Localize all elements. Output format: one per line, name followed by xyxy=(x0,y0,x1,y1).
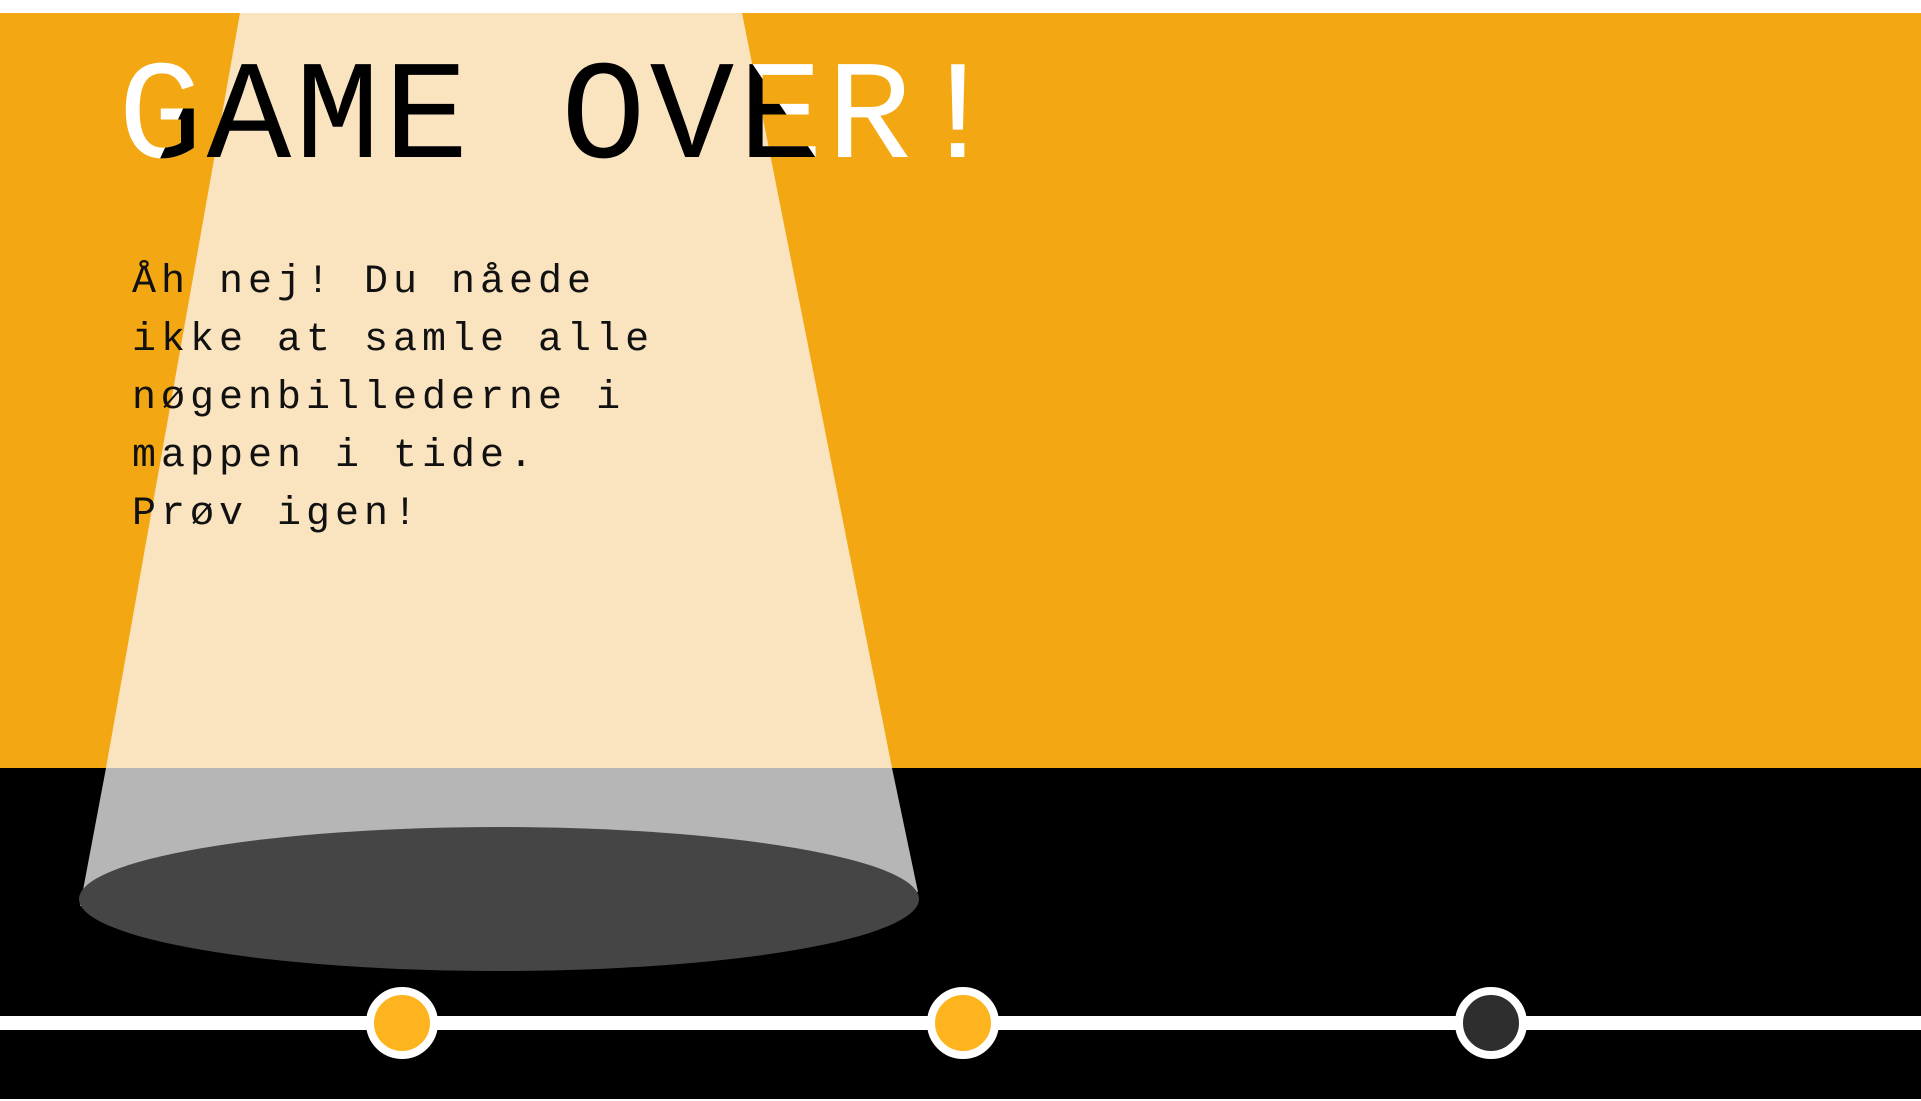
progress-node-3-current xyxy=(1455,987,1527,1059)
spotlight-circle xyxy=(79,827,919,971)
progress-node-2-completed xyxy=(927,987,999,1059)
progress-node-1-completed xyxy=(366,987,438,1059)
game-over-screen: GAME OVER! GAME OVER! Åh nej! Du nåede i… xyxy=(0,0,1921,1101)
top-strip xyxy=(0,0,1921,13)
game-over-message: Åh nej! Du nåede ikke at samle alle nøge… xyxy=(132,260,655,537)
